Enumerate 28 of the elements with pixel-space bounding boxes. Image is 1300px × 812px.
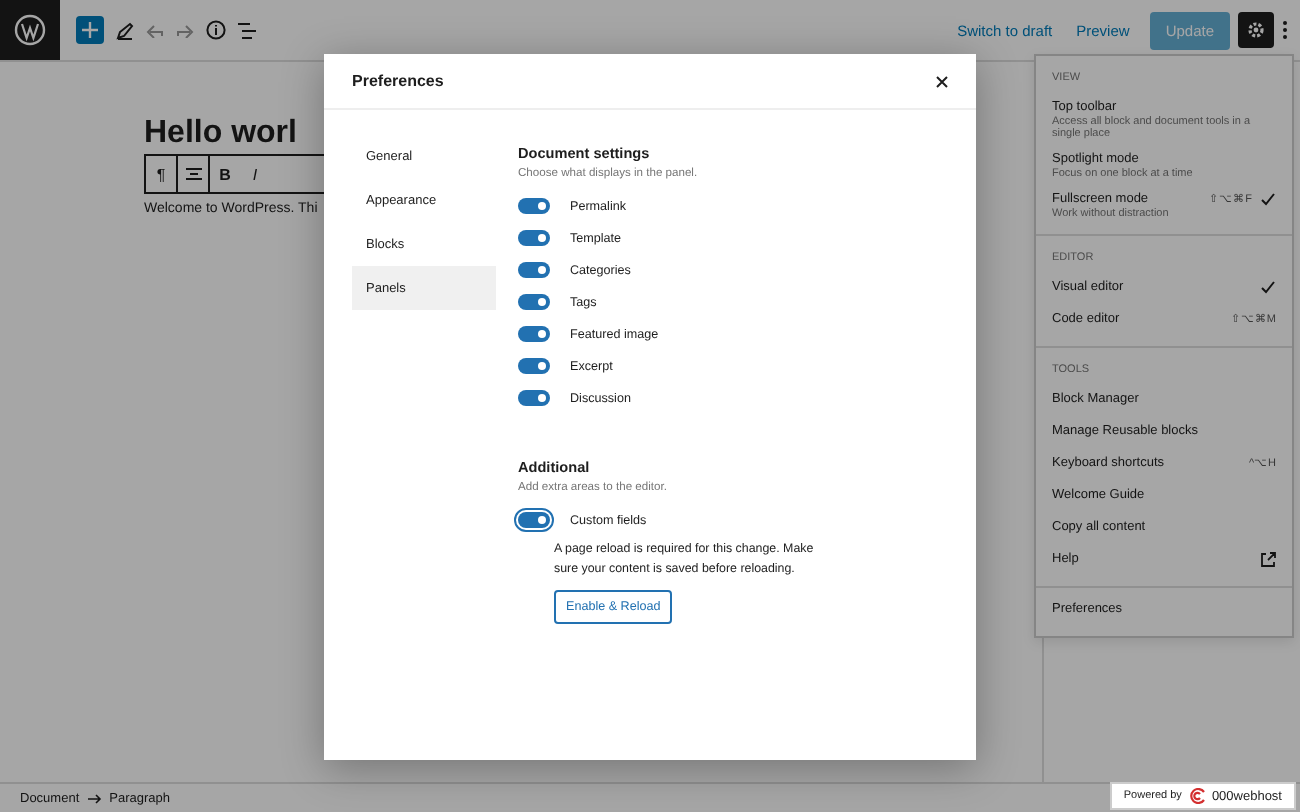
add-block-button[interactable] <box>76 16 104 44</box>
paragraph-block-button[interactable]: ¶ <box>146 156 178 192</box>
swirl-icon <box>1187 788 1206 804</box>
list-view-icon[interactable] <box>238 21 258 39</box>
post-title[interactable]: Hello worl <box>144 116 297 152</box>
arrow-right-icon <box>87 793 102 803</box>
info-icon[interactable] <box>206 20 226 40</box>
pencil-icon[interactable] <box>116 21 134 39</box>
dialog-title: Preferences <box>352 72 444 90</box>
toggle-switch[interactable] <box>518 358 550 374</box>
bold-button[interactable]: B <box>210 156 240 192</box>
settings-button[interactable] <box>1238 12 1274 48</box>
more-options-icon[interactable] <box>1282 20 1288 40</box>
wordpress-logo[interactable] <box>0 0 60 60</box>
toggle-switch[interactable] <box>518 390 550 406</box>
external-link-icon <box>1260 552 1276 568</box>
toggle-switch[interactable] <box>518 230 550 246</box>
undo-icon[interactable] <box>146 23 164 37</box>
toggle-switch[interactable] <box>518 294 550 310</box>
toggle-switch[interactable] <box>518 326 550 342</box>
toggle-switch[interactable] <box>518 262 550 278</box>
toggle-switch[interactable] <box>518 198 550 214</box>
toggle-switch[interactable] <box>518 512 550 528</box>
redo-icon[interactable] <box>176 23 194 37</box>
align-icon <box>185 168 201 180</box>
settings-icon <box>1246 20 1266 40</box>
close-button[interactable] <box>936 75 948 87</box>
italic-button[interactable]: I <box>240 156 270 192</box>
